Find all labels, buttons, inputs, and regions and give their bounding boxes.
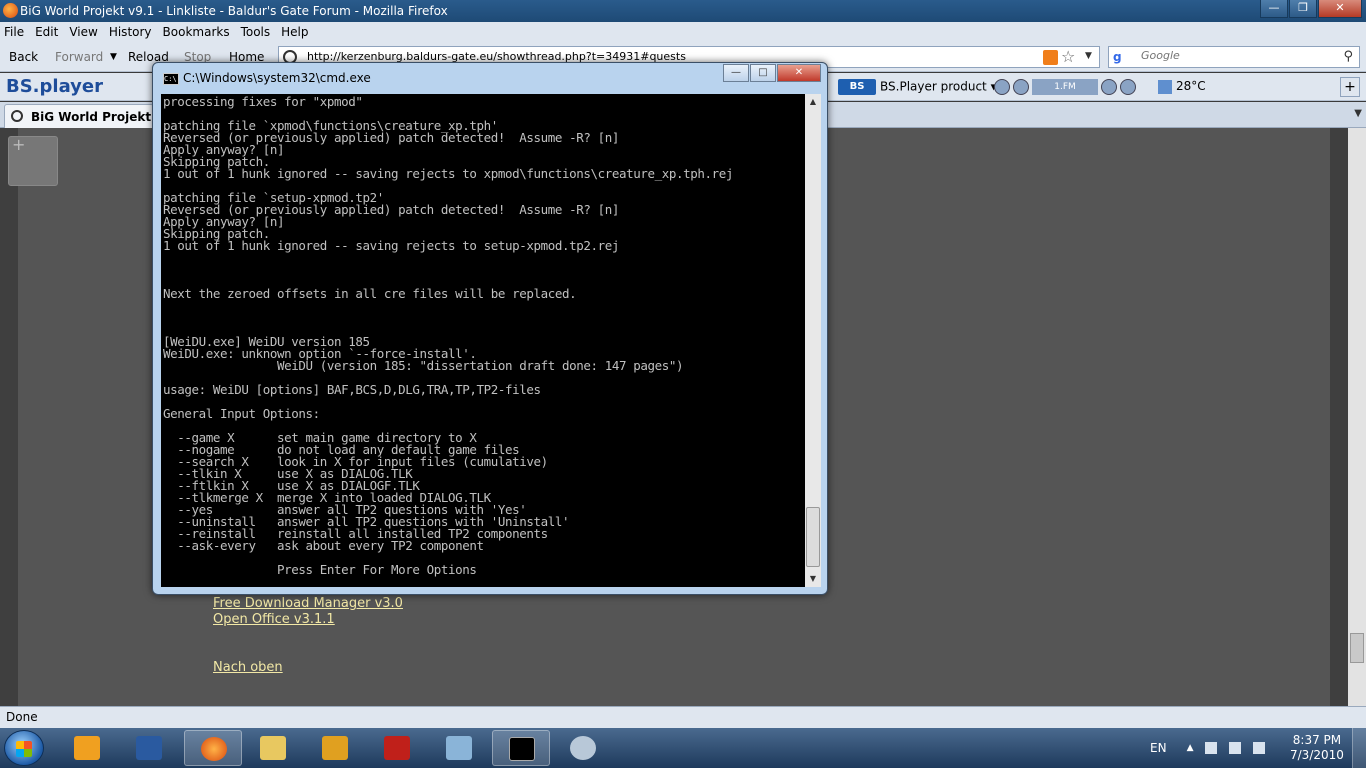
cmd-icon: C:\ bbox=[163, 73, 179, 85]
firefox-window-controls: — ❐ ✕ bbox=[1259, 0, 1362, 18]
show-hidden-icons[interactable]: ▲ bbox=[1187, 743, 1194, 753]
close-button[interactable]: ✕ bbox=[1318, 0, 1362, 18]
volume-icon[interactable] bbox=[1101, 79, 1117, 95]
tab-favicon bbox=[11, 110, 23, 122]
taskbar-media-player[interactable] bbox=[58, 730, 116, 766]
media-controls: 1.FM bbox=[994, 78, 1136, 96]
clock-time: 8:37 PM bbox=[1292, 733, 1342, 747]
taskbar: EN ▲ 8:37 PM 7/3/2010 bbox=[0, 728, 1366, 768]
folder-icon bbox=[260, 736, 286, 760]
cmd-scrollbar-thumb[interactable] bbox=[806, 507, 820, 567]
console-text: processing fixes for "xpmod" patching fi… bbox=[163, 94, 734, 587]
menu-edit[interactable]: Edit bbox=[35, 25, 58, 39]
fingerprint-icon[interactable]: + bbox=[8, 135, 58, 186]
weather-widget[interactable]: 28°C bbox=[1158, 79, 1206, 94]
cmd-window[interactable]: C:\ C:\Windows\system32\cmd.exe — □ ✕ pr… bbox=[152, 62, 828, 595]
paint-palette-icon bbox=[570, 736, 596, 760]
show-desktop-button[interactable] bbox=[1352, 728, 1366, 768]
tab-bigworld[interactable]: BiG World Projekt v9.1 bbox=[4, 104, 154, 128]
language-indicator[interactable]: EN bbox=[1150, 741, 1167, 755]
taskbar-acrobat[interactable] bbox=[368, 730, 426, 766]
cmd-window-controls: — □ ✕ bbox=[722, 64, 821, 82]
lightning-app-icon bbox=[322, 736, 348, 760]
firefox-titlebar: BiG World Projekt v9.1 - Linkliste - Bal… bbox=[0, 0, 1366, 22]
clock[interactable]: 8:37 PM 7/3/2010 bbox=[1290, 733, 1344, 763]
scroll-up-icon[interactable]: ▲ bbox=[805, 94, 821, 110]
window-title: BiG World Projekt v9.1 - Linkliste - Bal… bbox=[20, 4, 448, 18]
taskbar-paint[interactable] bbox=[554, 730, 612, 766]
taskbar-cmd[interactable] bbox=[492, 730, 550, 766]
status-bar: Done bbox=[0, 706, 1366, 728]
link-nach-oben[interactable]: Nach oben bbox=[213, 660, 283, 676]
bsplayer-logo[interactable]: BS.player bbox=[6, 76, 103, 97]
menu-bookmarks[interactable]: Bookmarks bbox=[163, 25, 230, 39]
stop-media-icon[interactable] bbox=[994, 79, 1010, 95]
settings-media-icon[interactable] bbox=[1120, 79, 1136, 95]
menu-file[interactable]: File bbox=[4, 25, 24, 39]
windows-logo-icon bbox=[16, 741, 32, 757]
power-icon[interactable] bbox=[1253, 742, 1266, 754]
bookmark-star-icon[interactable]: ☆ bbox=[1061, 47, 1075, 66]
link-free-download-manager[interactable]: Free Download Manager v3.0 bbox=[213, 596, 403, 612]
taskbar-explorer[interactable] bbox=[244, 730, 302, 766]
search-bar[interactable]: g ⚲ bbox=[1108, 46, 1360, 68]
pdf-icon bbox=[384, 736, 410, 760]
status-text: Done bbox=[6, 710, 38, 724]
weather-icon bbox=[1158, 79, 1172, 94]
firefox-icon bbox=[3, 3, 18, 18]
google-engine-icon[interactable]: g bbox=[1113, 50, 1127, 64]
url-dropdown-icon[interactable]: ▼ bbox=[1085, 51, 1092, 61]
menu-history[interactable]: History bbox=[109, 25, 152, 39]
minimize-button[interactable]: — bbox=[1260, 0, 1288, 18]
forward-button[interactable]: Forward bbox=[55, 50, 103, 64]
start-button[interactable] bbox=[4, 730, 44, 766]
cmd-minimize-button[interactable]: — bbox=[723, 64, 749, 82]
bsplayer-icon: BS bbox=[838, 79, 876, 95]
back-button[interactable]: Back bbox=[9, 50, 38, 64]
tab-list-dropdown[interactable]: ▼ bbox=[1354, 108, 1362, 119]
console-output-area[interactable]: processing fixes for "xpmod" patching fi… bbox=[161, 94, 805, 587]
taskbar-tasks[interactable] bbox=[120, 730, 178, 766]
toolbar-plus-button[interactable]: + bbox=[1340, 77, 1360, 97]
clock-date: 7/3/2010 bbox=[1290, 748, 1344, 762]
tab-label: BiG World Projekt v9.1 bbox=[31, 110, 153, 124]
console-taskbar-icon bbox=[509, 737, 535, 761]
cmd-scrollbar[interactable]: ▲ ▼ bbox=[805, 94, 821, 587]
cmd-titlebar[interactable]: C:\ C:\Windows\system32\cmd.exe — □ ✕ bbox=[153, 63, 827, 93]
media-player-icon bbox=[74, 736, 100, 760]
maximize-button[interactable]: ❐ bbox=[1289, 0, 1317, 18]
network-icon[interactable] bbox=[1229, 742, 1242, 754]
play-media-icon[interactable] bbox=[1013, 79, 1029, 95]
firefox-taskbar-icon bbox=[201, 737, 227, 761]
link-list: Free Download Manager v3.0 Open Office v… bbox=[213, 596, 403, 628]
speaker-icon[interactable] bbox=[1205, 742, 1218, 754]
notebook-icon bbox=[446, 736, 472, 760]
cmd-close-button[interactable]: ✕ bbox=[777, 64, 821, 82]
temperature: 28°C bbox=[1176, 79, 1206, 93]
link-open-office[interactable]: Open Office v3.1.1 bbox=[213, 612, 403, 628]
checkmark-app-icon bbox=[136, 736, 162, 760]
back-to-top: Nach oben bbox=[213, 660, 283, 676]
bsplayer-product-label: BS.Player product bbox=[880, 79, 987, 94]
search-icon[interactable]: ⚲ bbox=[1343, 49, 1353, 64]
rss-feed-icon[interactable] bbox=[1043, 50, 1058, 65]
cmd-title: C:\Windows\system32\cmd.exe bbox=[183, 71, 371, 85]
forward-history-dropdown[interactable]: ▼ bbox=[110, 52, 117, 62]
radio-station-select[interactable]: 1.FM bbox=[1032, 79, 1098, 95]
taskbar-firefox[interactable] bbox=[184, 730, 242, 766]
taskbar-winamp[interactable] bbox=[306, 730, 364, 766]
system-tray: EN ▲ bbox=[1150, 728, 1277, 768]
taskbar-notepad[interactable] bbox=[430, 730, 488, 766]
bsplayer-product-menu[interactable]: BS BS.Player product ▾ bbox=[838, 79, 997, 95]
menu-help[interactable]: Help bbox=[281, 25, 308, 39]
menu-view[interactable]: View bbox=[69, 25, 97, 39]
search-input[interactable] bbox=[1141, 49, 1321, 62]
page-scrollbar-thumb[interactable] bbox=[1350, 633, 1364, 663]
menu-bar: File Edit View History Bookmarks Tools H… bbox=[0, 22, 1366, 42]
page-scrollbar[interactable] bbox=[1348, 128, 1366, 706]
scroll-down-icon[interactable]: ▼ bbox=[805, 571, 821, 587]
menu-tools[interactable]: Tools bbox=[241, 25, 271, 39]
cmd-maximize-button[interactable]: □ bbox=[750, 64, 776, 82]
